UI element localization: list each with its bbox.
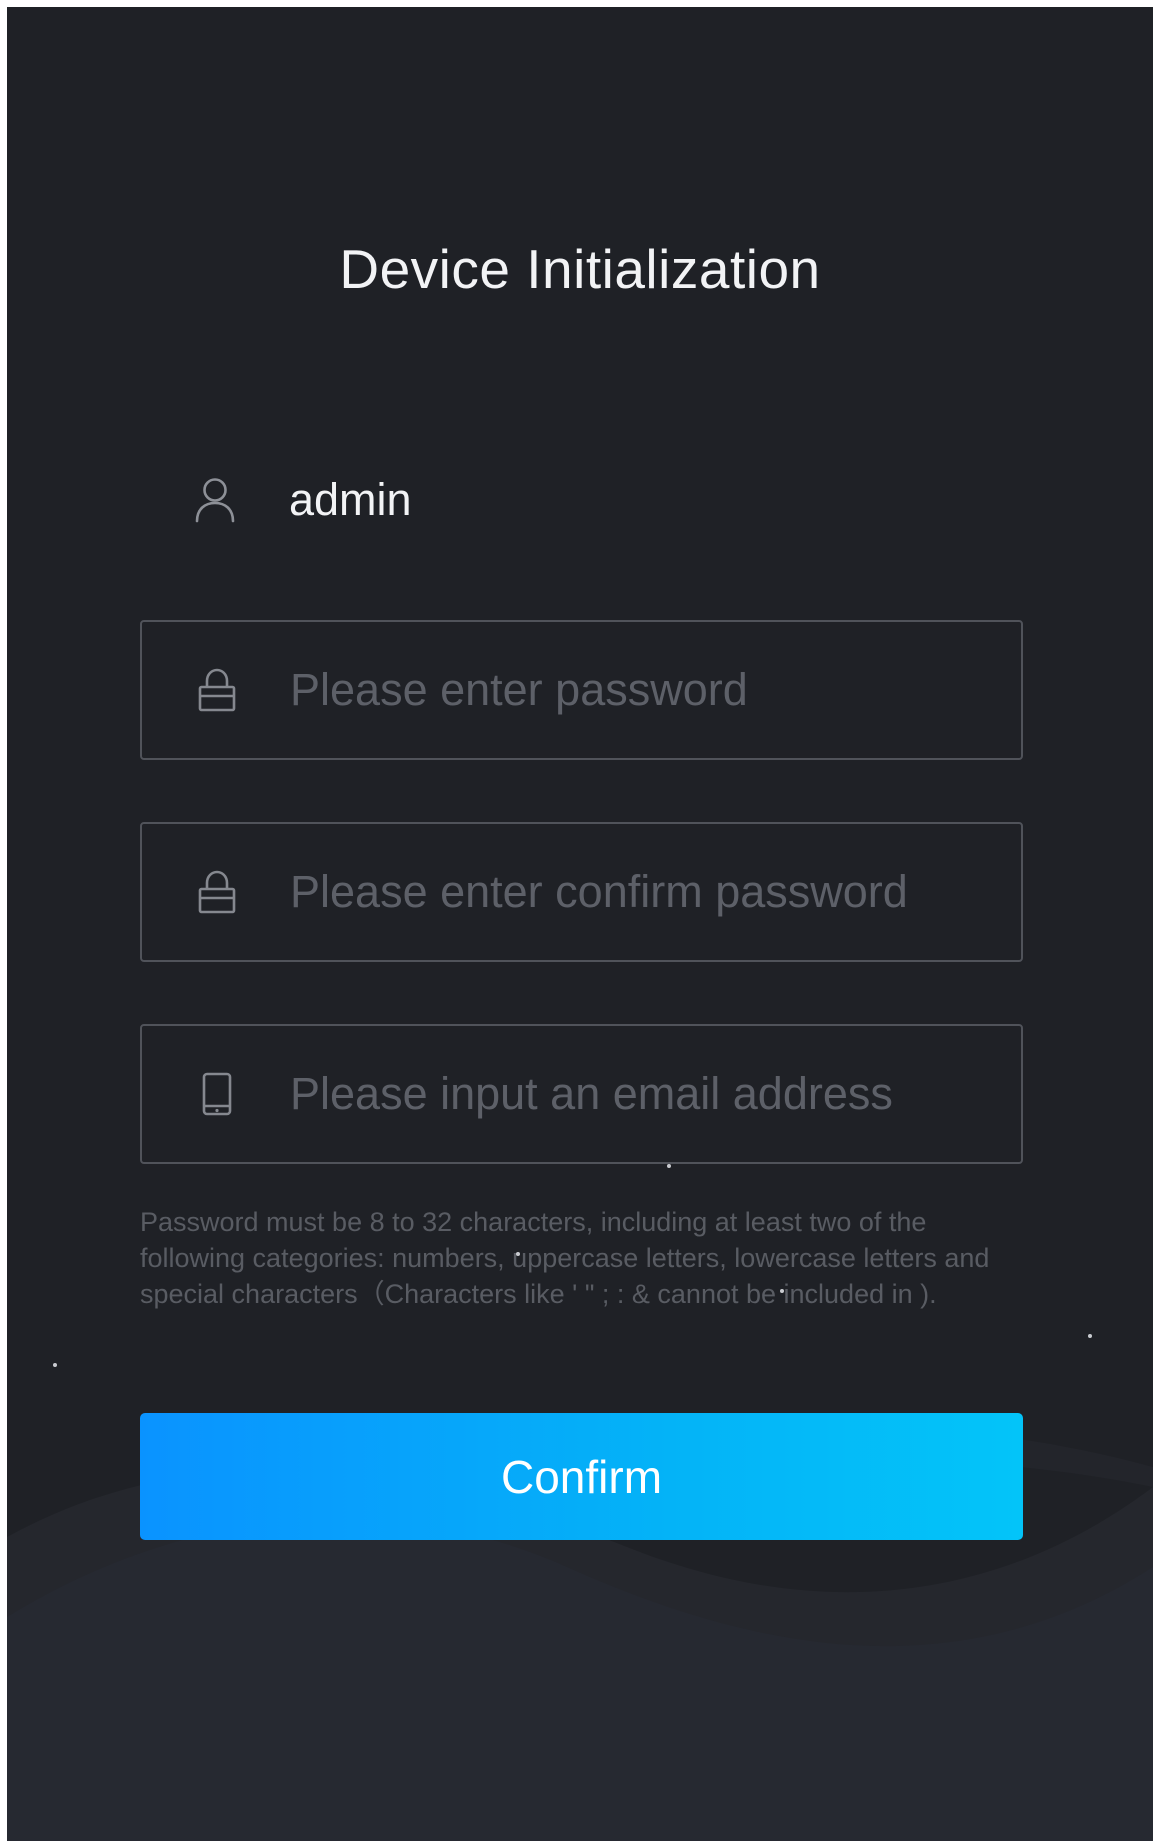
phone-icon (194, 1069, 240, 1119)
decorative-dot (780, 1289, 784, 1293)
email-input[interactable] (290, 1059, 1021, 1129)
username-text: admin (289, 474, 412, 525)
password-input[interactable] (290, 655, 1021, 725)
decorative-dot (53, 1363, 57, 1367)
decorative-dot (516, 1252, 520, 1256)
lock-icon (194, 867, 240, 917)
confirm-button[interactable]: Confirm (140, 1413, 1023, 1540)
username-row: admin (192, 465, 412, 535)
password-rules-hint: Password must be 8 to 32 characters, inc… (140, 1207, 990, 1309)
confirm-password-field[interactable] (140, 822, 1023, 962)
confirm-password-input[interactable] (290, 857, 1021, 927)
device-init-screen: Device Initialization admin Please input… (7, 7, 1153, 1841)
page-title: Device Initialization (339, 238, 821, 300)
decorative-dot (1088, 1334, 1092, 1338)
decorative-dot (667, 1164, 671, 1168)
password-field[interactable] (140, 620, 1023, 760)
lock-icon (194, 665, 240, 715)
user-icon (192, 475, 238, 525)
email-field[interactable] (140, 1024, 1023, 1164)
